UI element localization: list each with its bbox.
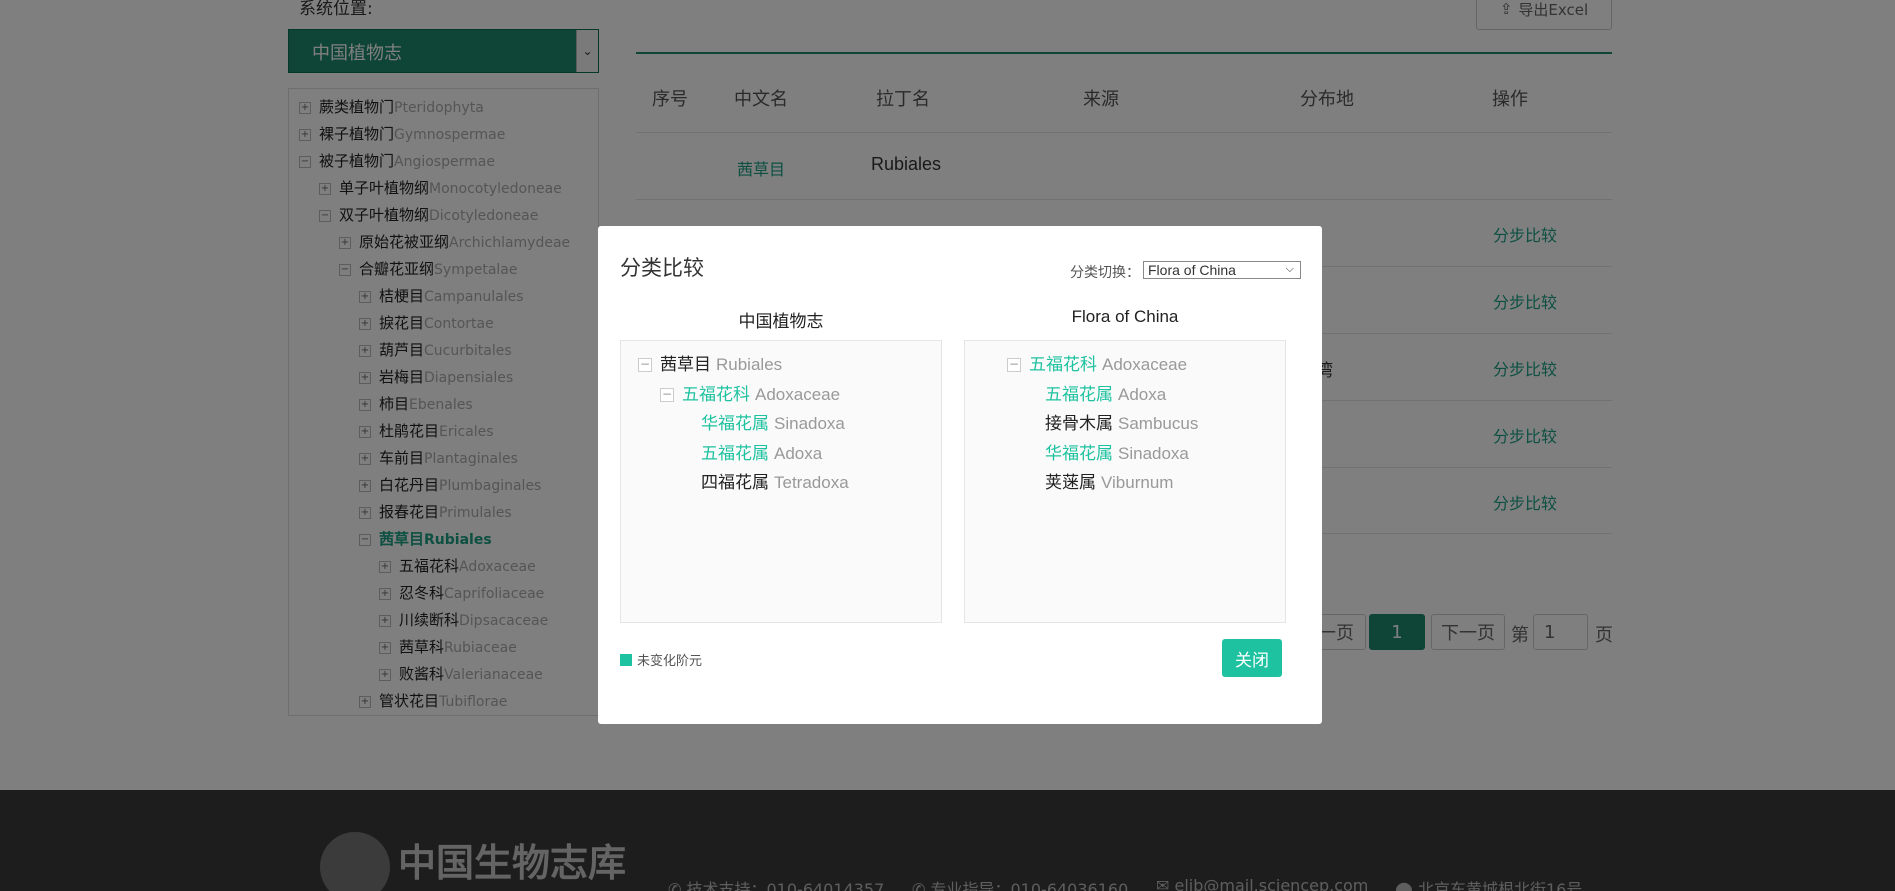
tree-node[interactable]: − 五福花科 Adoxaceae [1007, 353, 1187, 377]
tree-node[interactable]: 荚蒾属 Viburnum [1045, 471, 1173, 495]
close-button[interactable]: 关闭 [1222, 639, 1282, 677]
legend-swatch [620, 653, 632, 666]
tree-node[interactable]: 接骨木属 Sambucus [1045, 412, 1198, 436]
right-tree-pane: − 五福花科 Adoxaceae 五福花属 Adoxa 接骨木属 Sambucus 华福… [964, 340, 1286, 623]
tree-node[interactable]: 华福花属 Sinadoxa [701, 412, 845, 436]
right-pane-header: Flora of China [1071, 307, 1179, 326]
left-tree-pane: − 茜草目 Rubiales − 五福花科 Adoxaceae 华福花属 Sinadoxa… [620, 340, 942, 623]
dialog-title: 分类比较 [620, 256, 704, 280]
classification-switch-select[interactable]: Flora of China ⌵ [1143, 261, 1301, 279]
left-pane-header: 中国植物志 [738, 312, 824, 332]
tree-node[interactable]: 四福花属 Tetradoxa [701, 471, 849, 495]
tree-node[interactable]: 华福花属 Sinadoxa [1045, 442, 1189, 466]
legend: 未变化阶元 [620, 650, 702, 669]
classification-compare-dialog: 分类比较 分类切换： Flora of China ⌵ 中国植物志 Flora … [598, 226, 1322, 724]
tree-node[interactable]: 五福花属 Adoxa [1045, 383, 1166, 407]
legend-label: 未变化阶元 [637, 654, 703, 669]
collapse-icon[interactable]: − [638, 358, 652, 372]
tree-node[interactable]: − 茜草目 Rubiales [638, 353, 782, 377]
tree-node[interactable]: − 五福花科 Adoxaceae [660, 383, 840, 407]
tree-node[interactable]: 五福花属 Adoxa [701, 442, 822, 466]
collapse-icon[interactable]: − [1007, 358, 1021, 372]
switch-label: 分类切换： [1070, 265, 1140, 281]
chevron-down-icon: ⌵ [1285, 263, 1294, 275]
collapse-icon[interactable]: − [660, 388, 674, 402]
